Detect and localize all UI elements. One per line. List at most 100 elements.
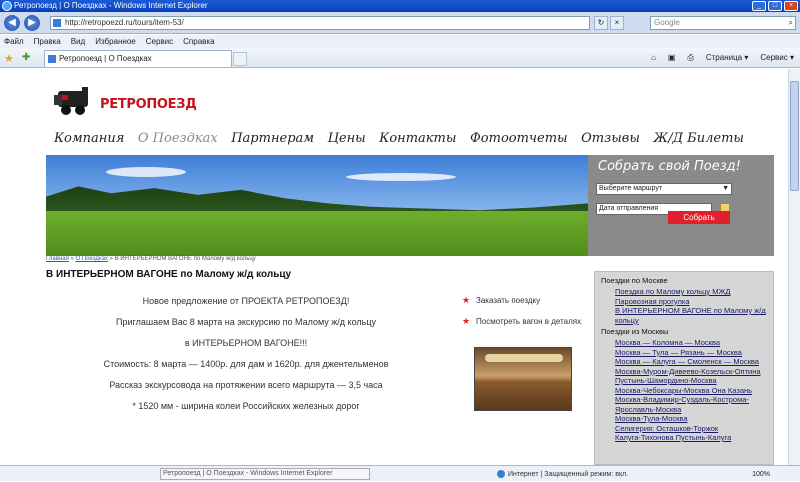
sidebar-link[interactable]: Москва-Тула-Москва — [615, 414, 767, 424]
nav-item-contacts[interactable]: Контакты — [379, 131, 456, 146]
page-icon — [53, 19, 61, 27]
nav-item-prices[interactable]: Цены — [328, 131, 366, 146]
status-bar: Ретропоезд | О Поездках - Windows Intern… — [0, 465, 800, 481]
tab-bar: ★ ✚ Ретропоезд | О Поездках ⌂ ▣ ⎙ Страни… — [0, 48, 800, 68]
banner-cloud — [346, 173, 456, 181]
sidebar-link[interactable]: Москва — Коломна — Москва — [615, 338, 767, 348]
window-titlebar: Ретропоезд | О Поездках - Windows Intern… — [0, 0, 800, 12]
breadcrumb-current: В ИНТЕРЬЕРНОМ ВАГОНЕ по Малому ж/д кольц… — [114, 256, 256, 262]
sidebar-link[interactable]: Москва — Калуга — Смоленск — Москва — [615, 357, 767, 367]
banner-field — [46, 211, 588, 256]
maximize-button[interactable]: □ — [768, 1, 782, 11]
back-button[interactable]: ◀ — [4, 15, 20, 31]
zoom-level[interactable]: 100% — [752, 467, 770, 482]
order-trip-link[interactable]: ★ Заказать поездку — [462, 295, 582, 306]
breadcrumb-trips[interactable]: О Поездках — [76, 256, 108, 262]
sidebar-link[interactable]: Москва-Муром-Дивеево-Козельск-Оптина — [615, 367, 767, 377]
sidebar-link[interactable]: Поездка по Малому кольцу МЖД — [615, 287, 767, 297]
trips-sidebar: Поездки по Москве Поездка по Малому коль… — [594, 271, 774, 465]
build-train-button[interactable]: Собрать — [668, 211, 730, 224]
nav-item-photo-reports[interactable]: Фотоотчеты — [470, 131, 568, 146]
command-bar: ⌂ ▣ ⎙ Страница ▾ Сервис ▾ — [651, 52, 794, 64]
breadcrumb: Главная » О Поездках » В ИНТЕРЬЕРНОМ ВАГ… — [46, 256, 256, 262]
close-window-button[interactable]: × — [784, 1, 798, 11]
sidebar-link[interactable]: Москва-Владимир-Суздаль-Кострома-Ярослав… — [615, 395, 767, 414]
sidebar-link[interactable]: Паровозная прогулка — [615, 297, 767, 307]
add-favorite-icon[interactable]: ✚ — [22, 52, 30, 63]
sidebar-list-from-moscow: Москва — Коломна — Москва Москва — Тула … — [601, 338, 767, 443]
star-icon: ★ — [462, 316, 471, 326]
sidebar-link[interactable]: В ИНТЕРЬЕРНОМ ВАГОНЕ по Малому ж/д кольц… — [615, 306, 767, 325]
address-url: http://retropoezd.ru/tours/item-53/ — [65, 18, 184, 27]
page-title: В ИНТЕРЬЕРНОМ ВАГОНЕ по Малому ж/д кольц… — [46, 269, 292, 280]
build-train-title: Собрать свой Поезд! — [598, 159, 741, 174]
menu-tools[interactable]: Сервис — [146, 35, 173, 48]
window-title: Ретропоезд | О Поездках - Windows Intern… — [14, 1, 208, 10]
new-tab-button[interactable] — [233, 52, 247, 66]
route-select-value: Выберите маршрут — [599, 185, 663, 192]
menu-edit[interactable]: Правка — [34, 35, 61, 48]
photo-ceiling — [485, 354, 563, 362]
header-banner-image — [46, 155, 588, 256]
internet-zone-icon — [497, 470, 505, 478]
address-bar[interactable]: http://retropoezd.ru/tours/item-53/ — [50, 16, 590, 30]
menu-help[interactable]: Справка — [183, 35, 214, 48]
home-icon[interactable]: ⌂ — [651, 52, 656, 64]
page-menu[interactable]: Страница ▾ — [706, 52, 749, 64]
stop-icon[interactable]: × — [610, 16, 624, 30]
locomotive-icon — [54, 87, 88, 115]
tab-title: Ретропоезд | О Поездках — [59, 54, 152, 63]
search-input[interactable]: Google ⌕ — [650, 16, 796, 30]
scrollbar-thumb[interactable] — [790, 81, 799, 191]
taskbar-tooltip: Ретропоезд | О Поездках - Windows Intern… — [160, 468, 370, 480]
minimize-button[interactable]: _ — [752, 1, 766, 11]
menu-favorites[interactable]: Избранное — [95, 35, 136, 48]
nav-item-partners[interactable]: Партнерам — [231, 131, 314, 146]
main-navigation: Компания О Поездках Партнерам Цены Конта… — [54, 131, 744, 146]
nav-item-train-tickets[interactable]: Ж/Д Билеты — [653, 131, 744, 146]
article-line: Рассказ экскурсовода на протяжении всего… — [109, 380, 383, 390]
route-select[interactable]: Выберите маршрут ▼ — [596, 183, 732, 195]
menu-view[interactable]: Вид — [71, 35, 85, 48]
nav-item-about-trips[interactable]: О Поездках — [138, 131, 218, 146]
forward-button[interactable]: ▶ — [24, 15, 40, 31]
article-line: * 1520 мм - ширина колеи Российских желе… — [132, 401, 360, 411]
article-line: Приглашаем Вас 8 марта на экскурсию по М… — [116, 317, 376, 327]
logo-text: РЕТРОПОЕЗД — [100, 97, 197, 112]
tools-menu[interactable]: Сервис ▾ — [760, 52, 794, 64]
article-actions: ★ Заказать поездку ★ Посмотреть вагон в … — [462, 295, 582, 337]
search-placeholder: Google — [654, 18, 680, 27]
security-zone-text: Интернет | Защищенный режим: вкл. — [508, 471, 629, 478]
article-line: Стоимость: 8 марта — 1400р. для дам и 16… — [103, 359, 389, 369]
breadcrumb-home[interactable]: Главная — [46, 256, 69, 262]
sidebar-link[interactable]: Пустынь-Шамордино-Москва — [615, 376, 767, 386]
view-car-details-link[interactable]: ★ Посмотреть вагон в деталях — [462, 316, 582, 327]
site-logo[interactable]: РЕТРОПОЕЗД — [52, 83, 197, 119]
page-viewport: РЕТРОПОЕЗД Компания О Поездках Партнерам… — [0, 69, 788, 465]
favorites-star-icon[interactable]: ★ — [4, 52, 14, 65]
article-line: в ИНТЕРЬЕРНОМ ВАГОНЕ!!! — [184, 338, 308, 348]
star-icon: ★ — [462, 295, 471, 305]
menu-bar: Файл Правка Вид Избранное Сервис Справка — [0, 35, 800, 48]
refresh-icon[interactable]: ↻ — [594, 16, 608, 30]
address-toolbar: ◀ ▶ http://retropoezd.ru/tours/item-53/ … — [0, 12, 800, 34]
tab-page-icon — [48, 55, 56, 63]
search-icon[interactable]: ⌕ — [789, 17, 793, 29]
sidebar-heading-from-moscow: Поездки из Москвы — [601, 327, 669, 336]
article-body: Новое предложение от ПРОЕКТА РЕТРОПОЕЗД!… — [46, 295, 446, 421]
ie-logo-icon — [2, 1, 12, 11]
sidebar-link[interactable]: Москва — Тула — Рязань — Москва — [615, 348, 767, 358]
menu-file[interactable]: Файл — [4, 35, 24, 48]
dining-car-photo[interactable] — [474, 347, 572, 411]
sidebar-link[interactable]: Калуга-Тихонова Пустынь-Калуга — [615, 433, 767, 443]
build-train-form: Собрать свой Поезд! Выберите маршрут ▼ Д… — [588, 155, 774, 256]
sidebar-link[interactable]: Селигерия: Осташков-Торжок — [615, 424, 767, 434]
nav-item-reviews[interactable]: Отзывы — [581, 131, 640, 146]
article-line: Новое предложение от ПРОЕКТА РЕТРОПОЕЗД! — [142, 296, 350, 306]
nav-item-company[interactable]: Компания — [54, 131, 124, 146]
sidebar-link[interactable]: Москва-Чебоксары-Москва Она Казань — [615, 386, 767, 396]
print-icon[interactable]: ⎙ — [687, 52, 693, 64]
browser-tab[interactable]: Ретропоезд | О Поездках — [44, 50, 232, 67]
vertical-scrollbar[interactable] — [788, 69, 800, 465]
feeds-icon[interactable]: ▣ — [668, 52, 676, 64]
